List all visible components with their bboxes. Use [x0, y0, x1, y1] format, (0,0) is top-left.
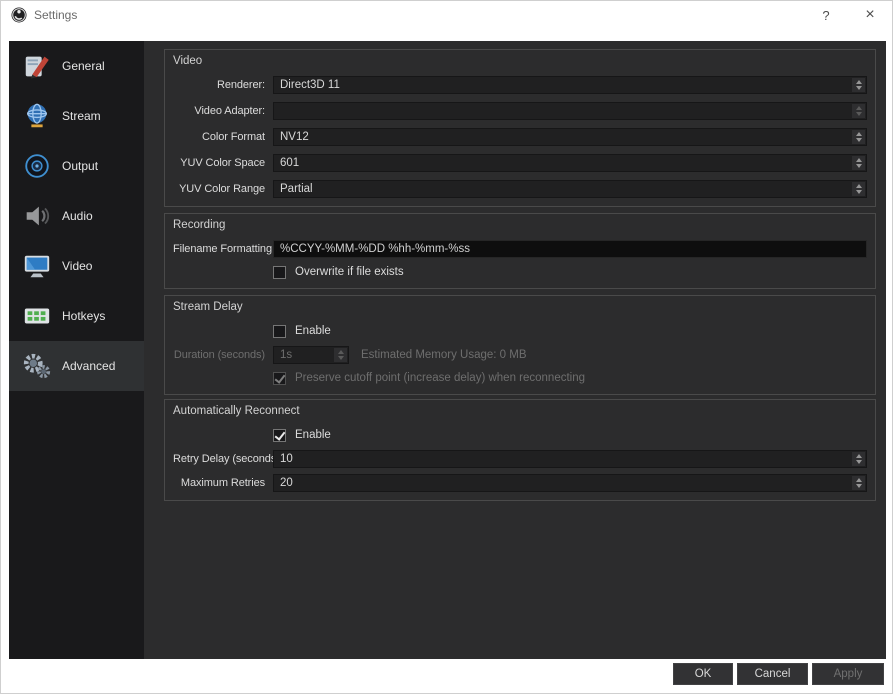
preserve-cutoff-checkbox[interactable]	[273, 371, 286, 385]
duration-label: Duration (seconds)	[173, 349, 265, 361]
sidebar-item-label: Hotkeys	[62, 309, 106, 323]
sidebar-item-output[interactable]: Output	[9, 141, 144, 191]
overwrite-checkbox[interactable]	[273, 265, 286, 279]
estimated-memory-label: Estimated Memory Usage: 0 MB	[361, 349, 527, 361]
spinner-arrows-icon[interactable]	[852, 476, 865, 490]
retry-delay-label: Retry Delay (seconds)	[173, 453, 273, 465]
sidebar-item-label: Stream	[62, 109, 101, 123]
sidebar-item-general[interactable]: General	[9, 41, 144, 91]
window-title: Settings	[34, 8, 78, 22]
reconnect-enable-label: Enable	[295, 429, 331, 441]
titlebar: Settings ? ×	[1, 1, 892, 29]
filename-formatting-label: Filename Formatting	[173, 243, 272, 255]
sidebar-item-label: Video	[62, 259, 93, 273]
overwrite-checkbox-label: Overwrite if file exists	[295, 266, 404, 278]
titlebar-buttons: ? ×	[804, 1, 892, 29]
help-button[interactable]: ?	[804, 1, 848, 29]
renderer-select[interactable]: Direct3D 11	[273, 76, 867, 94]
obs-logo-icon	[11, 7, 27, 23]
video-adapter-select[interactable]	[273, 102, 867, 120]
color-format-select[interactable]: NV12	[273, 128, 867, 146]
stream-delay-group: Stream Delay Enable Duration (seconds) 1…	[164, 295, 876, 395]
stream-delay-enable-checkbox[interactable]	[273, 324, 286, 338]
spinner-arrows-icon[interactable]	[852, 452, 865, 466]
maximum-retries-label: Maximum Retries	[180, 477, 265, 489]
settings-nav: General Stream Output Audio Video Hotkey…	[9, 41, 144, 659]
video-icon	[22, 251, 52, 281]
cancel-button[interactable]: Cancel	[737, 663, 808, 685]
output-icon	[22, 151, 52, 181]
maximum-retries-spinbox[interactable]: 20	[273, 474, 867, 492]
color-format-label: Color Format	[202, 131, 265, 143]
stream-icon	[22, 101, 52, 131]
video-group: Video Renderer: Direct3D 11 Video Adapte…	[164, 49, 876, 207]
close-button[interactable]: ×	[848, 1, 892, 29]
spinner-arrows-icon[interactable]	[334, 348, 347, 362]
sidebar-item-label: Output	[62, 159, 99, 173]
apply-button[interactable]: Apply	[812, 663, 884, 685]
sidebar-item-hotkeys[interactable]: Hotkeys	[9, 291, 144, 341]
advanced-icon	[22, 351, 52, 381]
sidebar-item-label: General	[62, 59, 105, 73]
combo-arrows-icon[interactable]	[852, 104, 865, 118]
hotkeys-icon	[22, 301, 52, 331]
ok-button[interactable]: OK	[673, 663, 733, 685]
video-adapter-label: Video Adapter:	[194, 105, 265, 117]
group-title: Automatically Reconnect	[173, 405, 300, 417]
auto-reconnect-group: Automatically Reconnect Enable Retry Del…	[164, 399, 876, 501]
advanced-settings-pane: Video Renderer: Direct3D 11 Video Adapte…	[144, 41, 886, 659]
sidebar-item-stream[interactable]: Stream	[9, 91, 144, 141]
general-icon	[22, 51, 52, 81]
group-title: Stream Delay	[173, 301, 243, 313]
combo-arrows-icon[interactable]	[852, 130, 865, 144]
audio-icon	[22, 201, 52, 231]
combo-arrows-icon[interactable]	[852, 182, 865, 196]
retry-delay-spinbox[interactable]: 10	[273, 450, 867, 468]
preserve-cutoff-label: Preserve cutoff point (increase delay) w…	[295, 372, 586, 384]
sidebar-item-label: Advanced	[62, 359, 116, 373]
dialog-buttons: OK Cancel Apply	[673, 663, 884, 685]
sidebar-item-audio[interactable]: Audio	[9, 191, 144, 241]
yuv-color-space-label: YUV Color Space	[180, 157, 265, 169]
group-title: Video	[173, 55, 203, 67]
reconnect-enable-checkbox[interactable]	[273, 428, 286, 442]
stream-delay-enable-label: Enable	[295, 325, 331, 337]
yuv-color-space-select[interactable]: 601	[273, 154, 867, 172]
sidebar-item-video[interactable]: Video	[9, 241, 144, 291]
sidebar-item-label: Audio	[62, 209, 93, 223]
recording-group: Recording Filename Formatting Overwrite …	[164, 213, 876, 289]
filename-format-input[interactable]	[273, 240, 867, 258]
sidebar-item-advanced[interactable]: Advanced	[9, 341, 144, 391]
yuv-color-range-label: YUV Color Range	[179, 183, 265, 195]
renderer-label: Renderer:	[216, 79, 265, 91]
combo-arrows-icon[interactable]	[852, 156, 865, 170]
yuv-color-range-select[interactable]: Partial	[273, 180, 867, 198]
combo-arrows-icon[interactable]	[852, 78, 865, 92]
group-title: Recording	[173, 219, 226, 231]
duration-spinbox[interactable]: 1s	[273, 346, 349, 364]
